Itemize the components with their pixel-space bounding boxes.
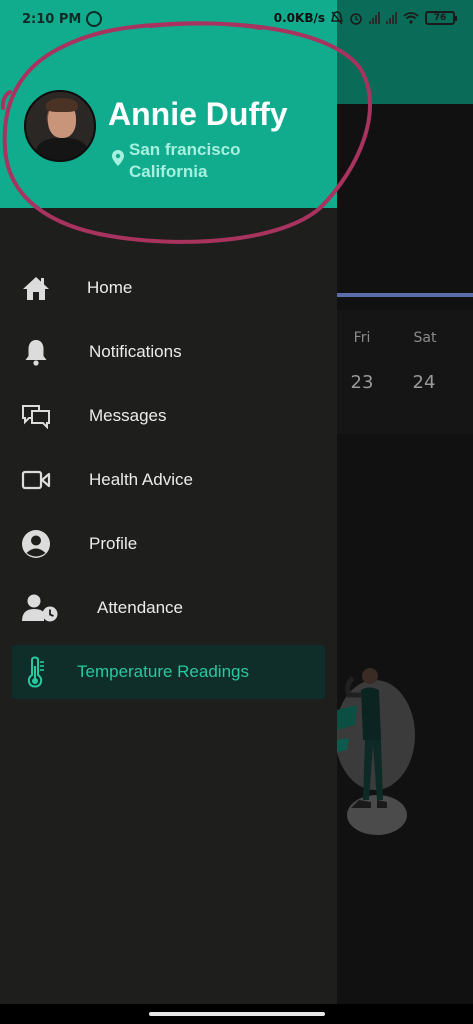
calendar-day-name: Fri (353, 330, 371, 346)
menu-item-messages[interactable]: Messages (12, 389, 325, 443)
menu-item-health-advice[interactable]: Health Advice (12, 453, 325, 507)
avatar[interactable] (24, 90, 96, 162)
calendar-day-name: Sat (413, 330, 437, 346)
menu-item-label: Health Advice (89, 470, 193, 489)
menu-item-label: Messages (89, 406, 167, 425)
menu-item-attendance[interactable]: Attendance (12, 581, 325, 635)
tab-indicator (337, 293, 473, 297)
system-navigation-bar (0, 1004, 473, 1024)
whatsapp-icon (86, 11, 102, 27)
video-icon (20, 464, 52, 496)
user-location-city: San francisco (129, 140, 241, 159)
status-time: 2:10 PM (22, 12, 82, 27)
alarm-icon (350, 13, 362, 25)
menu-item-label: Notifications (89, 342, 182, 361)
menu-item-label: Attendance (97, 598, 184, 617)
person-illustration (337, 668, 415, 835)
battery-icon: 76 (425, 11, 457, 25)
status-indicators: 0.0KB/s 76 (273, 11, 457, 25)
calendar-day-number[interactable]: 24 (404, 372, 444, 393)
status-bar: 2:10 PM 0.0KB/s 76 (0, 0, 473, 40)
signal-icon (386, 12, 397, 24)
account-circle-icon (20, 528, 52, 560)
bell-icon (20, 336, 52, 368)
user-location-state: California (129, 162, 208, 181)
menu-item-home[interactable]: Home (12, 261, 325, 315)
signal-icon (369, 12, 380, 24)
menu-item-temperature-readings[interactable]: Temperature Readings (12, 645, 325, 699)
menu-item-label: Home (87, 278, 133, 297)
menu-item-notifications[interactable]: Notifications (12, 325, 325, 379)
wifi-icon (403, 12, 419, 24)
network-speed: 0.0KB/s (273, 11, 325, 25)
user-name: Annie Duffy (108, 96, 288, 132)
home-gesture-handle[interactable] (149, 1012, 325, 1016)
home-icon (20, 272, 52, 304)
menu-item-label: Temperature Readings (77, 662, 249, 681)
calendar-day-number[interactable]: 23 (342, 372, 382, 393)
location-pin-icon (112, 150, 124, 166)
mute-icon (331, 11, 343, 25)
messages-icon (20, 400, 52, 432)
menu-item-label: Profile (89, 534, 138, 553)
menu-item-profile[interactable]: Profile (12, 517, 325, 571)
thermometer-icon (20, 656, 52, 688)
user-clock-icon (20, 592, 60, 624)
navigation-drawer: Annie Duffy San francisco California Hom… (0, 0, 337, 1004)
